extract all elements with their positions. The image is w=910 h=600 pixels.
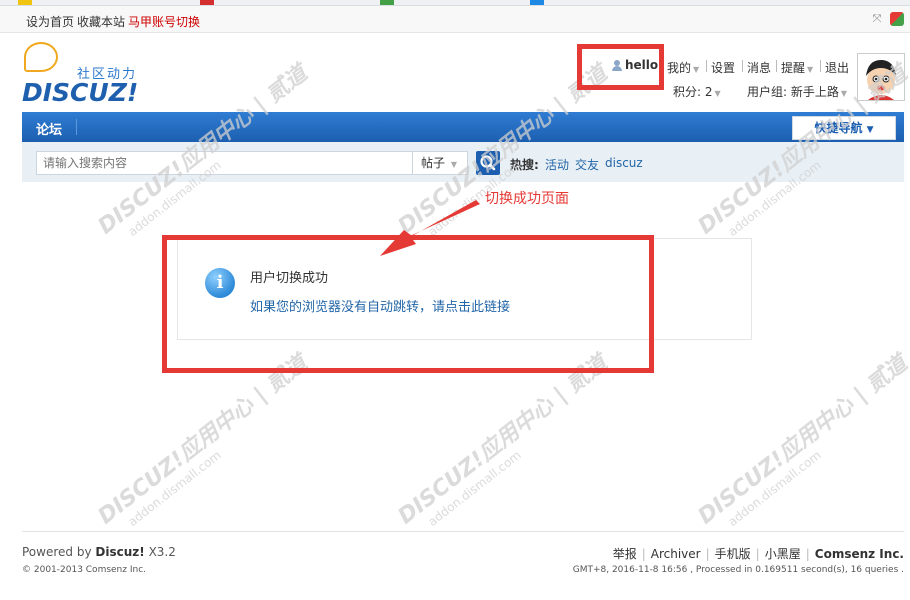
- watermark-url: addon.dismall.com: [425, 447, 524, 529]
- menu-mine[interactable]: 我的 ▼: [667, 59, 699, 76]
- watermark-brand: DISCUZ!应用中心 | 贰道: [393, 351, 613, 530]
- site-logo[interactable]: 社区动力 DISCUZ!: [22, 42, 152, 107]
- menu-logout[interactable]: 退出: [825, 59, 849, 76]
- logo-wordmark: DISCUZ!: [22, 78, 139, 107]
- divider: [76, 119, 77, 135]
- footer-gmt: GMT+8, 2016-11-8 16:56 , Processed in 0.…: [572, 565, 904, 575]
- footer-link-archiver[interactable]: Archiver: [651, 547, 701, 561]
- menu-mine-label: 我的: [667, 61, 692, 75]
- bookmark-link[interactable]: 收藏本站: [77, 13, 125, 30]
- powered-version: X3.2: [148, 545, 176, 559]
- powered-name[interactable]: Discuz!: [95, 545, 144, 559]
- nav-forum[interactable]: 论坛: [36, 119, 62, 138]
- footer-link-blackroom[interactable]: 小黑屋: [765, 547, 801, 561]
- logo-bubble-icon: [24, 42, 58, 72]
- divider: [820, 60, 821, 72]
- divider: |: [755, 547, 760, 561]
- chevron-down-icon: ▼: [714, 89, 721, 98]
- powered-by: Powered by Discuz! X3.2: [22, 545, 176, 559]
- user-group-text: 用户组: 新手上路: [747, 85, 839, 99]
- watermark-brand: DISCUZ!应用中心 | 贰道: [93, 351, 313, 530]
- divider: [776, 60, 777, 72]
- chevron-down-icon: ▼: [807, 65, 814, 74]
- favorite-icon[interactable]: [530, 0, 544, 5]
- divider: |: [641, 547, 646, 561]
- credits-text: 积分: 2: [673, 85, 713, 99]
- switch-account-link[interactable]: 马甲账号切换: [128, 13, 200, 30]
- annotation-arrow-icon: [380, 200, 480, 256]
- watermark: DISCUZ!应用中心 | 贰道 addon.dismall.com: [690, 346, 910, 541]
- hot-search-item[interactable]: 交友: [575, 156, 599, 173]
- hot-search-item[interactable]: 活动: [545, 156, 569, 173]
- footer-link-mobile[interactable]: 手机版: [715, 547, 751, 561]
- divider: |: [705, 547, 710, 561]
- divider: |: [805, 547, 810, 561]
- chevron-down-icon: ▼: [693, 65, 700, 74]
- favorite-icon[interactable]: [200, 0, 214, 5]
- favorite-icon[interactable]: [380, 0, 394, 5]
- app-icon[interactable]: [890, 12, 904, 26]
- divider: [706, 60, 707, 72]
- set-home-link[interactable]: 设为首页: [26, 13, 74, 30]
- footer-company[interactable]: Comsenz Inc.: [815, 547, 904, 561]
- watermark: DISCUZ!应用中心 | 贰道 addon.dismall.com: [390, 346, 621, 541]
- annotation-label: 切换成功页面: [485, 191, 569, 207]
- powered-prefix: Powered by: [22, 545, 92, 559]
- credits[interactable]: 积分: 2 ▼: [673, 83, 721, 100]
- main-nav: 论坛 快捷导航 ▼: [22, 112, 904, 142]
- site-topbar: 设为首页 收藏本站 马甲账号切换 ⤧: [0, 6, 910, 33]
- copyright: © 2001-2013 Comsenz Inc.: [22, 565, 147, 575]
- menu-reminders[interactable]: 提醒 ▼: [781, 59, 813, 76]
- footer-links: 举报 | Archiver | 手机版 | 小黑屋 | Comsenz Inc.: [613, 545, 904, 562]
- footer-link-report[interactable]: 举报: [613, 547, 637, 561]
- search-type-label: 帖子: [421, 156, 446, 170]
- menu-settings[interactable]: 设置: [711, 59, 735, 76]
- user-group[interactable]: 用户组: 新手上路 ▼: [747, 83, 847, 100]
- hot-search-item[interactable]: discuz: [605, 156, 643, 170]
- watermark-url: addon.dismall.com: [125, 447, 224, 529]
- menu-messages[interactable]: 消息: [747, 59, 771, 76]
- favorite-icon[interactable]: [18, 0, 32, 5]
- annotation-box-username: [577, 44, 664, 90]
- divider: [742, 60, 743, 72]
- fullscreen-icon[interactable]: ⤧: [870, 12, 884, 26]
- watermark-url: addon.dismall.com: [725, 447, 824, 529]
- topbar-icons: ⤧: [870, 12, 904, 26]
- watermark: DISCUZ!应用中心 | 贰道 addon.dismall.com: [90, 346, 321, 541]
- menu-reminders-label: 提醒: [781, 61, 806, 75]
- watermark-brand: DISCUZ!应用中心 | 贰道: [693, 351, 910, 530]
- footer-divider: [22, 531, 904, 532]
